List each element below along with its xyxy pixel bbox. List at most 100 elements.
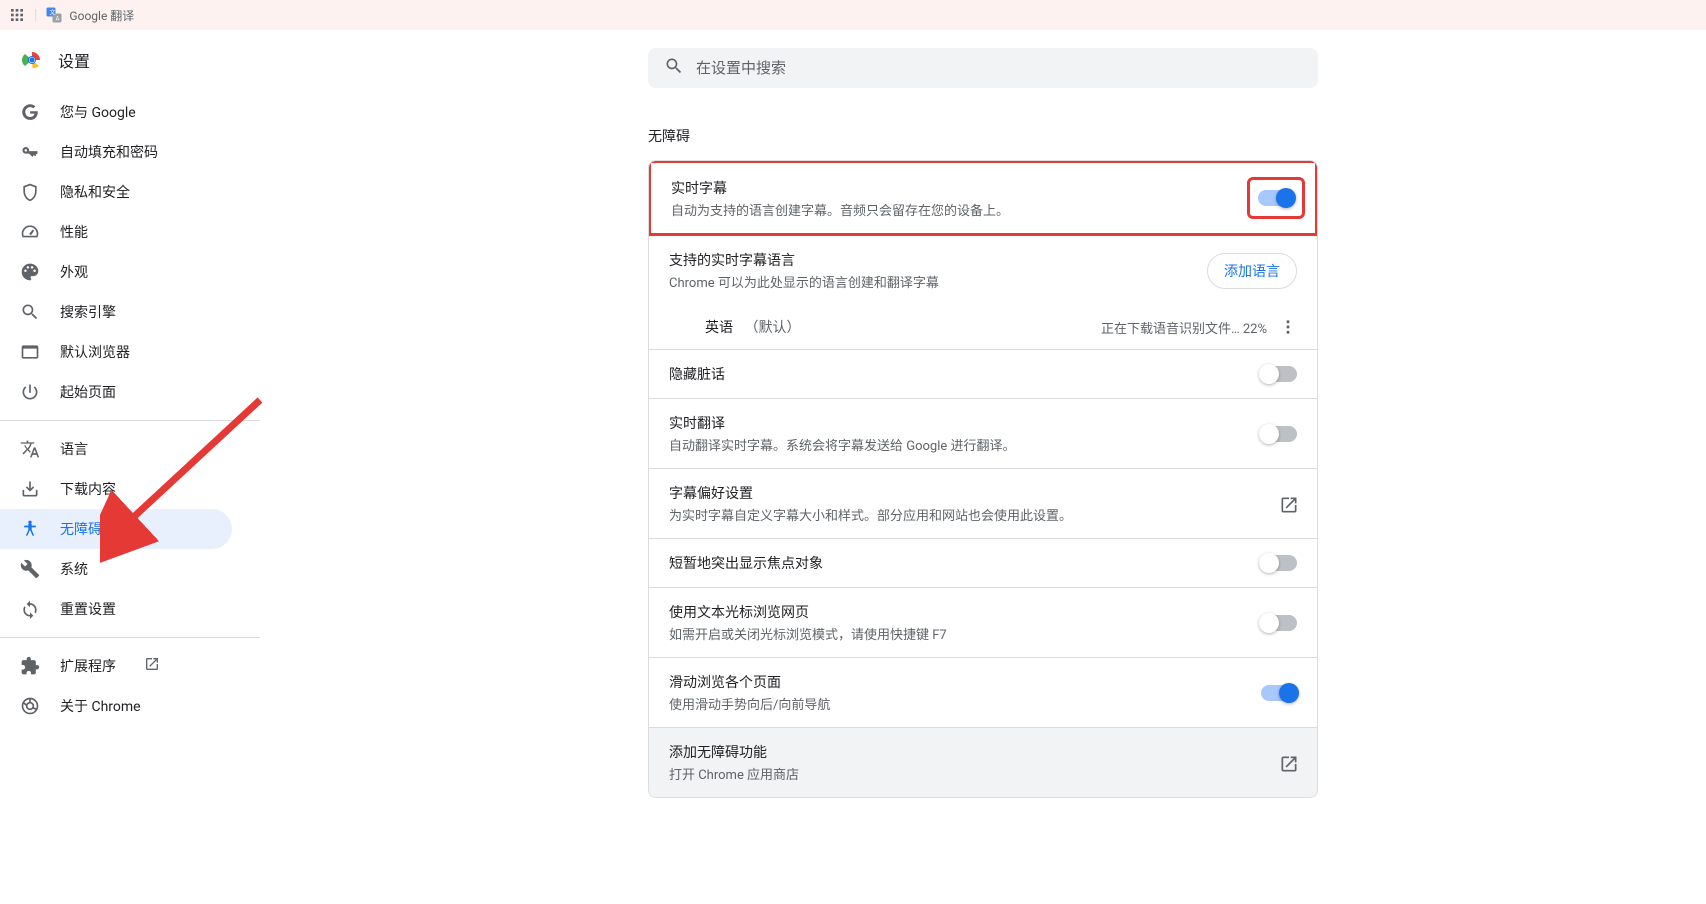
sidebar-item-search-engine[interactable]: 搜索引擎 (0, 292, 232, 332)
row-swipe-navigation: 滑动浏览各个页面 使用滑动手势向后/向前导航 (649, 658, 1317, 728)
sidebar-item-default-browser[interactable]: 默认浏览器 (0, 332, 232, 372)
external-link-icon (1279, 495, 1297, 513)
sidebar-item-about-chrome[interactable]: 关于 Chrome (0, 686, 232, 726)
shield-icon (20, 182, 40, 202)
language-default-label: （默认） (744, 320, 800, 336)
sidebar-item-label: 扩展程序 (60, 656, 116, 676)
row-focus-highlight: 短暂地突出显示焦点对象 (649, 539, 1317, 588)
sidebar-item-extensions[interactable]: 扩展程序 (0, 646, 232, 686)
sidebar-item-on-startup[interactable]: 起始页面 (0, 372, 232, 412)
row-title: 隐藏脏话 (669, 364, 1245, 384)
row-desc: 如需开启或关闭光标浏览模式，请使用快捷键 F7 (669, 624, 1245, 643)
sidebar-item-label: 自动填充和密码 (60, 142, 158, 162)
tab-google-translate[interactable]: 文A Google 翻译 (45, 6, 134, 24)
row-desc: 自动翻译实时字幕。系统会将字幕发送给 Google 进行翻译。 (669, 435, 1245, 454)
tab-label: Google 翻译 (69, 7, 134, 24)
separator: | (34, 7, 37, 23)
row-desc: 打开 Chrome 应用商店 (669, 764, 1263, 783)
row-title: 短暂地突出显示焦点对象 (669, 553, 1245, 573)
language-name: 英语 (705, 320, 733, 336)
download-status: 正在下载语音识别文件… 22% (1101, 318, 1267, 337)
sidebar-item-label: 您与 Google (60, 102, 136, 122)
row-title: 支持的实时字幕语言 (669, 250, 1191, 270)
sidebar-item-label: 隐私和安全 (60, 182, 130, 202)
row-add-accessibility[interactable]: 添加无障碍功能 打开 Chrome 应用商店 (649, 728, 1317, 797)
row-desc: 自动为支持的语言创建字幕。音频只会留存在您的设备上。 (671, 200, 1231, 219)
sidebar-item-performance[interactable]: 性能 (0, 212, 232, 252)
google-translate-icon: 文A (45, 6, 63, 24)
sidebar-item-downloads[interactable]: 下载内容 (0, 469, 232, 509)
sidebar-item-label: 性能 (60, 222, 88, 242)
sidebar-item-languages[interactable]: 语言 (0, 429, 232, 469)
svg-text:A: A (56, 15, 60, 22)
apps-grid-icon[interactable] (8, 6, 26, 24)
chrome-outline-icon (20, 696, 40, 716)
divider (0, 420, 260, 421)
sidebar-item-label: 搜索引擎 (60, 302, 116, 322)
row-live-caption: 实时字幕 自动为支持的语言创建字幕。音频只会留存在您的设备上。 (648, 160, 1318, 236)
search-settings[interactable] (648, 48, 1318, 88)
row-caption-preferences[interactable]: 字幕偏好设置 为实时字幕自定义字幕大小和样式。部分应用和网站也会使用此设置。 (649, 469, 1317, 539)
sidebar-item-privacy[interactable]: 隐私和安全 (0, 172, 232, 212)
browser-icon (20, 342, 40, 362)
extension-icon (20, 656, 40, 676)
row-title: 滑动浏览各个页面 (669, 672, 1245, 692)
toggle-swipe-navigation[interactable] (1261, 685, 1297, 701)
palette-icon (20, 262, 40, 282)
search-icon (664, 56, 684, 80)
toggle-hide-profanity[interactable] (1261, 366, 1297, 382)
row-hide-profanity: 隐藏脏话 (649, 350, 1317, 399)
accessibility-icon (20, 519, 40, 539)
row-desc: Chrome 可以为此处显示的语言创建和翻译字幕 (669, 272, 1191, 291)
language-item-english: 英语 （默认） 正在下载语音识别文件… 22% (649, 305, 1317, 350)
svg-text:文: 文 (50, 8, 56, 16)
search-input[interactable] (696, 60, 1302, 77)
external-link-icon (1279, 754, 1297, 772)
key-icon (20, 142, 40, 162)
more-vert-icon[interactable] (1279, 318, 1297, 336)
sidebar-item-accessibility[interactable]: 无障碍 (0, 509, 232, 549)
google-g-icon (20, 102, 40, 122)
accessibility-card: 实时字幕 自动为支持的语言创建字幕。音频只会留存在您的设备上。 支持的实时字幕语… (648, 160, 1318, 798)
chrome-logo-icon (20, 48, 44, 72)
speedometer-icon (20, 222, 40, 242)
section-title-accessibility: 无障碍 (648, 126, 1318, 146)
reset-icon (20, 599, 40, 619)
row-title: 实时翻译 (669, 413, 1245, 433)
sidebar-item-reset[interactable]: 重置设置 (0, 589, 232, 629)
power-icon (20, 382, 40, 402)
row-title: 添加无障碍功能 (669, 742, 1263, 762)
sidebar-item-label: 无障碍 (60, 519, 102, 539)
row-title: 字幕偏好设置 (669, 483, 1263, 503)
browser-tab-bar: | 文A Google 翻译 (0, 0, 1706, 30)
row-caret-browsing: 使用文本光标浏览网页 如需开启或关闭光标浏览模式，请使用快捷键 F7 (649, 588, 1317, 658)
divider (0, 637, 260, 638)
sidebar-item-label: 外观 (60, 262, 88, 282)
toggle-caret-browsing[interactable] (1261, 615, 1297, 631)
translate-icon (20, 439, 40, 459)
settings-sidebar: 设置 您与 Google 自动填充和密码 隐私和安全 性能 外观 搜索引擎 默认… (0, 30, 260, 838)
toggle-focus-highlight[interactable] (1261, 555, 1297, 571)
sidebar-item-label: 下载内容 (60, 479, 116, 499)
settings-header: 设置 (0, 48, 260, 92)
row-title: 使用文本光标浏览网页 (669, 602, 1245, 622)
add-language-button[interactable]: 添加语言 (1207, 253, 1297, 289)
download-icon (20, 479, 40, 499)
sidebar-item-label: 语言 (60, 439, 88, 459)
sidebar-item-appearance[interactable]: 外观 (0, 252, 232, 292)
sidebar-item-system[interactable]: 系统 (0, 549, 232, 589)
settings-content: 无障碍 实时字幕 自动为支持的语言创建字幕。音频只会留存在您的设备上。 支持的实… (260, 30, 1706, 838)
search-icon (20, 302, 40, 322)
sidebar-item-autofill[interactable]: 自动填充和密码 (0, 132, 232, 172)
external-link-icon (144, 656, 160, 676)
sidebar-item-label: 重置设置 (60, 599, 116, 619)
toggle-live-translate[interactable] (1261, 426, 1297, 442)
wrench-icon (20, 559, 40, 579)
page-title: 设置 (58, 48, 90, 72)
toggle-live-caption[interactable] (1258, 190, 1294, 206)
row-supported-languages: 支持的实时字幕语言 Chrome 可以为此处显示的语言创建和翻译字幕 添加语言 (649, 236, 1317, 305)
sidebar-item-you-and-google[interactable]: 您与 Google (0, 92, 232, 132)
row-live-translate: 实时翻译 自动翻译实时字幕。系统会将字幕发送给 Google 进行翻译。 (649, 399, 1317, 469)
highlighted-toggle-box (1247, 177, 1305, 219)
row-desc: 为实时字幕自定义字幕大小和样式。部分应用和网站也会使用此设置。 (669, 505, 1263, 524)
